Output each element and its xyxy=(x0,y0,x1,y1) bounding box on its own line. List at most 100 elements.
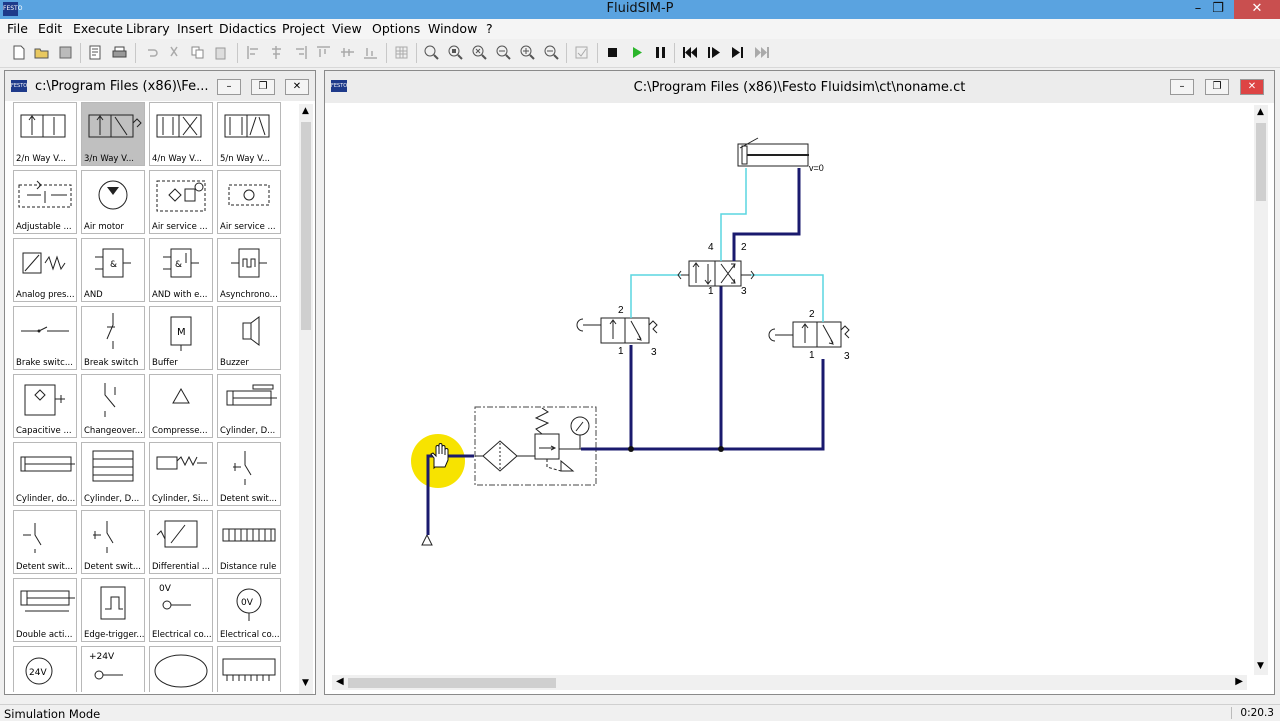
library-item[interactable]: Analog pres... xyxy=(13,238,77,302)
menu-insert[interactable]: Insert xyxy=(177,21,213,36)
align-top-icon[interactable] xyxy=(315,44,332,61)
step-end-icon[interactable] xyxy=(729,44,746,61)
valve-left[interactable]: 2 1 3 xyxy=(576,305,658,358)
library-item[interactable]: Distance rule xyxy=(217,510,281,574)
library-item[interactable]: Buzzer xyxy=(217,306,281,370)
menu-execute[interactable]: Execute xyxy=(73,21,123,36)
library-item[interactable]: Detent swit... xyxy=(81,510,145,574)
library-item[interactable]: Cylinder, D... xyxy=(81,442,145,506)
library-item[interactable]: Air motor xyxy=(81,170,145,234)
vscroll-up-icon[interactable]: ▲ xyxy=(1257,107,1264,117)
library-item[interactable]: 3/n Way V... xyxy=(81,102,145,166)
zoom-previous-icon[interactable] xyxy=(495,44,512,61)
menu-edit[interactable]: Edit xyxy=(38,21,62,36)
save-icon[interactable] xyxy=(57,44,74,61)
compressed-air-supply[interactable] xyxy=(421,533,433,546)
hscroll-thumb[interactable] xyxy=(348,678,556,688)
zoom-window-icon[interactable] xyxy=(447,44,464,61)
stop-icon[interactable] xyxy=(604,44,621,61)
library-item[interactable]: Cylinder, do... xyxy=(13,442,77,506)
library-item[interactable]: 4/n Way V... xyxy=(149,102,213,166)
library-item[interactable]: 0V Electrical co... xyxy=(149,578,213,642)
align-left-icon[interactable] xyxy=(245,44,262,61)
library-item[interactable]: Cylinder, Si... xyxy=(149,442,213,506)
check-icon[interactable] xyxy=(573,44,590,61)
copy-icon[interactable] xyxy=(189,44,206,61)
zoom-out-icon[interactable] xyxy=(543,44,560,61)
vscroll-down-icon[interactable]: ▼ xyxy=(1257,661,1264,671)
menu-library[interactable]: Library xyxy=(126,21,170,36)
circuit-minimize-button[interactable]: – xyxy=(1170,79,1194,95)
undo-icon[interactable] xyxy=(143,44,160,61)
hscroll-left-icon[interactable]: ◀ xyxy=(336,676,344,687)
zoom-all-icon[interactable] xyxy=(471,44,488,61)
library-item[interactable]: & AND with e... xyxy=(149,238,213,302)
library-item[interactable]: 0V Electrical co... xyxy=(217,578,281,642)
maximize-button[interactable]: ❐ xyxy=(1205,0,1231,19)
library-item[interactable]: Air service ... xyxy=(217,170,281,234)
circuit-vertical-scrollbar[interactable]: ▲ ▼ xyxy=(1254,105,1268,675)
library-minimize-button[interactable]: – xyxy=(217,79,241,95)
library-item[interactable]: Break switch xyxy=(81,306,145,370)
library-item[interactable]: Air service ... xyxy=(149,170,213,234)
new-icon[interactable] xyxy=(10,44,27,61)
align-right-icon[interactable] xyxy=(292,44,309,61)
library-item[interactable]: Compresse... xyxy=(149,374,213,438)
align-bottom-icon[interactable] xyxy=(362,44,379,61)
circuit-restore-button[interactable]: ❐ xyxy=(1205,79,1229,95)
double-acting-cylinder[interactable]: v=0 xyxy=(737,137,824,173)
fast-forward-icon[interactable] xyxy=(753,44,770,61)
valve-right[interactable]: 2 1 3 xyxy=(768,309,850,362)
library-item[interactable]: 2/n Way V... xyxy=(13,102,77,166)
circuit-horizontal-scrollbar[interactable]: ◀ ▶ xyxy=(332,675,1247,690)
play-icon[interactable] xyxy=(628,44,645,61)
hscroll-right-icon[interactable]: ▶ xyxy=(1235,676,1243,687)
cut-icon[interactable] xyxy=(166,44,183,61)
menu-project[interactable]: Project xyxy=(282,21,325,36)
reset-icon[interactable] xyxy=(681,44,698,61)
library-restore-button[interactable]: ❐ xyxy=(251,79,275,95)
air-service-unit[interactable] xyxy=(474,406,597,486)
library-item[interactable]: Detent swit... xyxy=(13,510,77,574)
grid-icon[interactable] xyxy=(393,44,410,61)
preview-icon[interactable] xyxy=(87,44,104,61)
zoom-in-icon[interactable] xyxy=(519,44,536,61)
library-item[interactable]: Capacitive ... xyxy=(13,374,77,438)
library-item[interactable]: Cylinder, D... xyxy=(217,374,281,438)
circuit-close-button[interactable]: ✕ xyxy=(1240,79,1264,95)
circuit-canvas[interactable]: 2 1 3 2 1 3 4 2 1 3 v=0 xyxy=(332,103,1247,675)
library-item[interactable]: M Buffer xyxy=(149,306,213,370)
print-icon[interactable] xyxy=(111,44,128,61)
library-item[interactable]: Asynchrono... xyxy=(217,238,281,302)
menu-help[interactable]: ? xyxy=(486,21,493,36)
valve-main[interactable]: 4 2 1 3 xyxy=(677,242,755,297)
align-center-icon[interactable] xyxy=(268,44,285,61)
vscroll-thumb[interactable] xyxy=(1256,123,1266,201)
scroll-up-icon[interactable]: ▲ xyxy=(302,106,309,116)
library-item[interactable] xyxy=(149,646,213,692)
library-item[interactable]: 24V xyxy=(13,646,77,692)
open-icon[interactable] xyxy=(33,44,50,61)
align-middle-icon[interactable] xyxy=(339,44,356,61)
library-item[interactable] xyxy=(217,646,281,692)
menu-window[interactable]: Window xyxy=(428,21,477,36)
library-scrollbar[interactable]: ▲ ▼ xyxy=(299,104,313,694)
library-close-button[interactable]: ✕ xyxy=(285,79,309,95)
library-item[interactable]: +24V xyxy=(81,646,145,692)
menu-view[interactable]: View xyxy=(332,21,362,36)
library-item[interactable]: Edge-trigger... xyxy=(81,578,145,642)
library-scroll-thumb[interactable] xyxy=(301,122,311,330)
zoom-fit-icon[interactable] xyxy=(423,44,440,61)
library-item[interactable]: Brake switc... xyxy=(13,306,77,370)
menu-file[interactable]: File xyxy=(7,21,28,36)
menu-didactics[interactable]: Didactics xyxy=(219,21,276,36)
library-item[interactable]: Detent swit... xyxy=(217,442,281,506)
paste-icon[interactable] xyxy=(213,44,230,61)
library-item[interactable]: 5/n Way V... xyxy=(217,102,281,166)
step-icon[interactable] xyxy=(705,44,722,61)
library-item[interactable]: Differential ... xyxy=(149,510,213,574)
library-item[interactable]: Double acti... xyxy=(13,578,77,642)
menu-options[interactable]: Options xyxy=(372,21,420,36)
library-item[interactable]: & AND xyxy=(81,238,145,302)
scroll-down-icon[interactable]: ▼ xyxy=(302,678,309,688)
